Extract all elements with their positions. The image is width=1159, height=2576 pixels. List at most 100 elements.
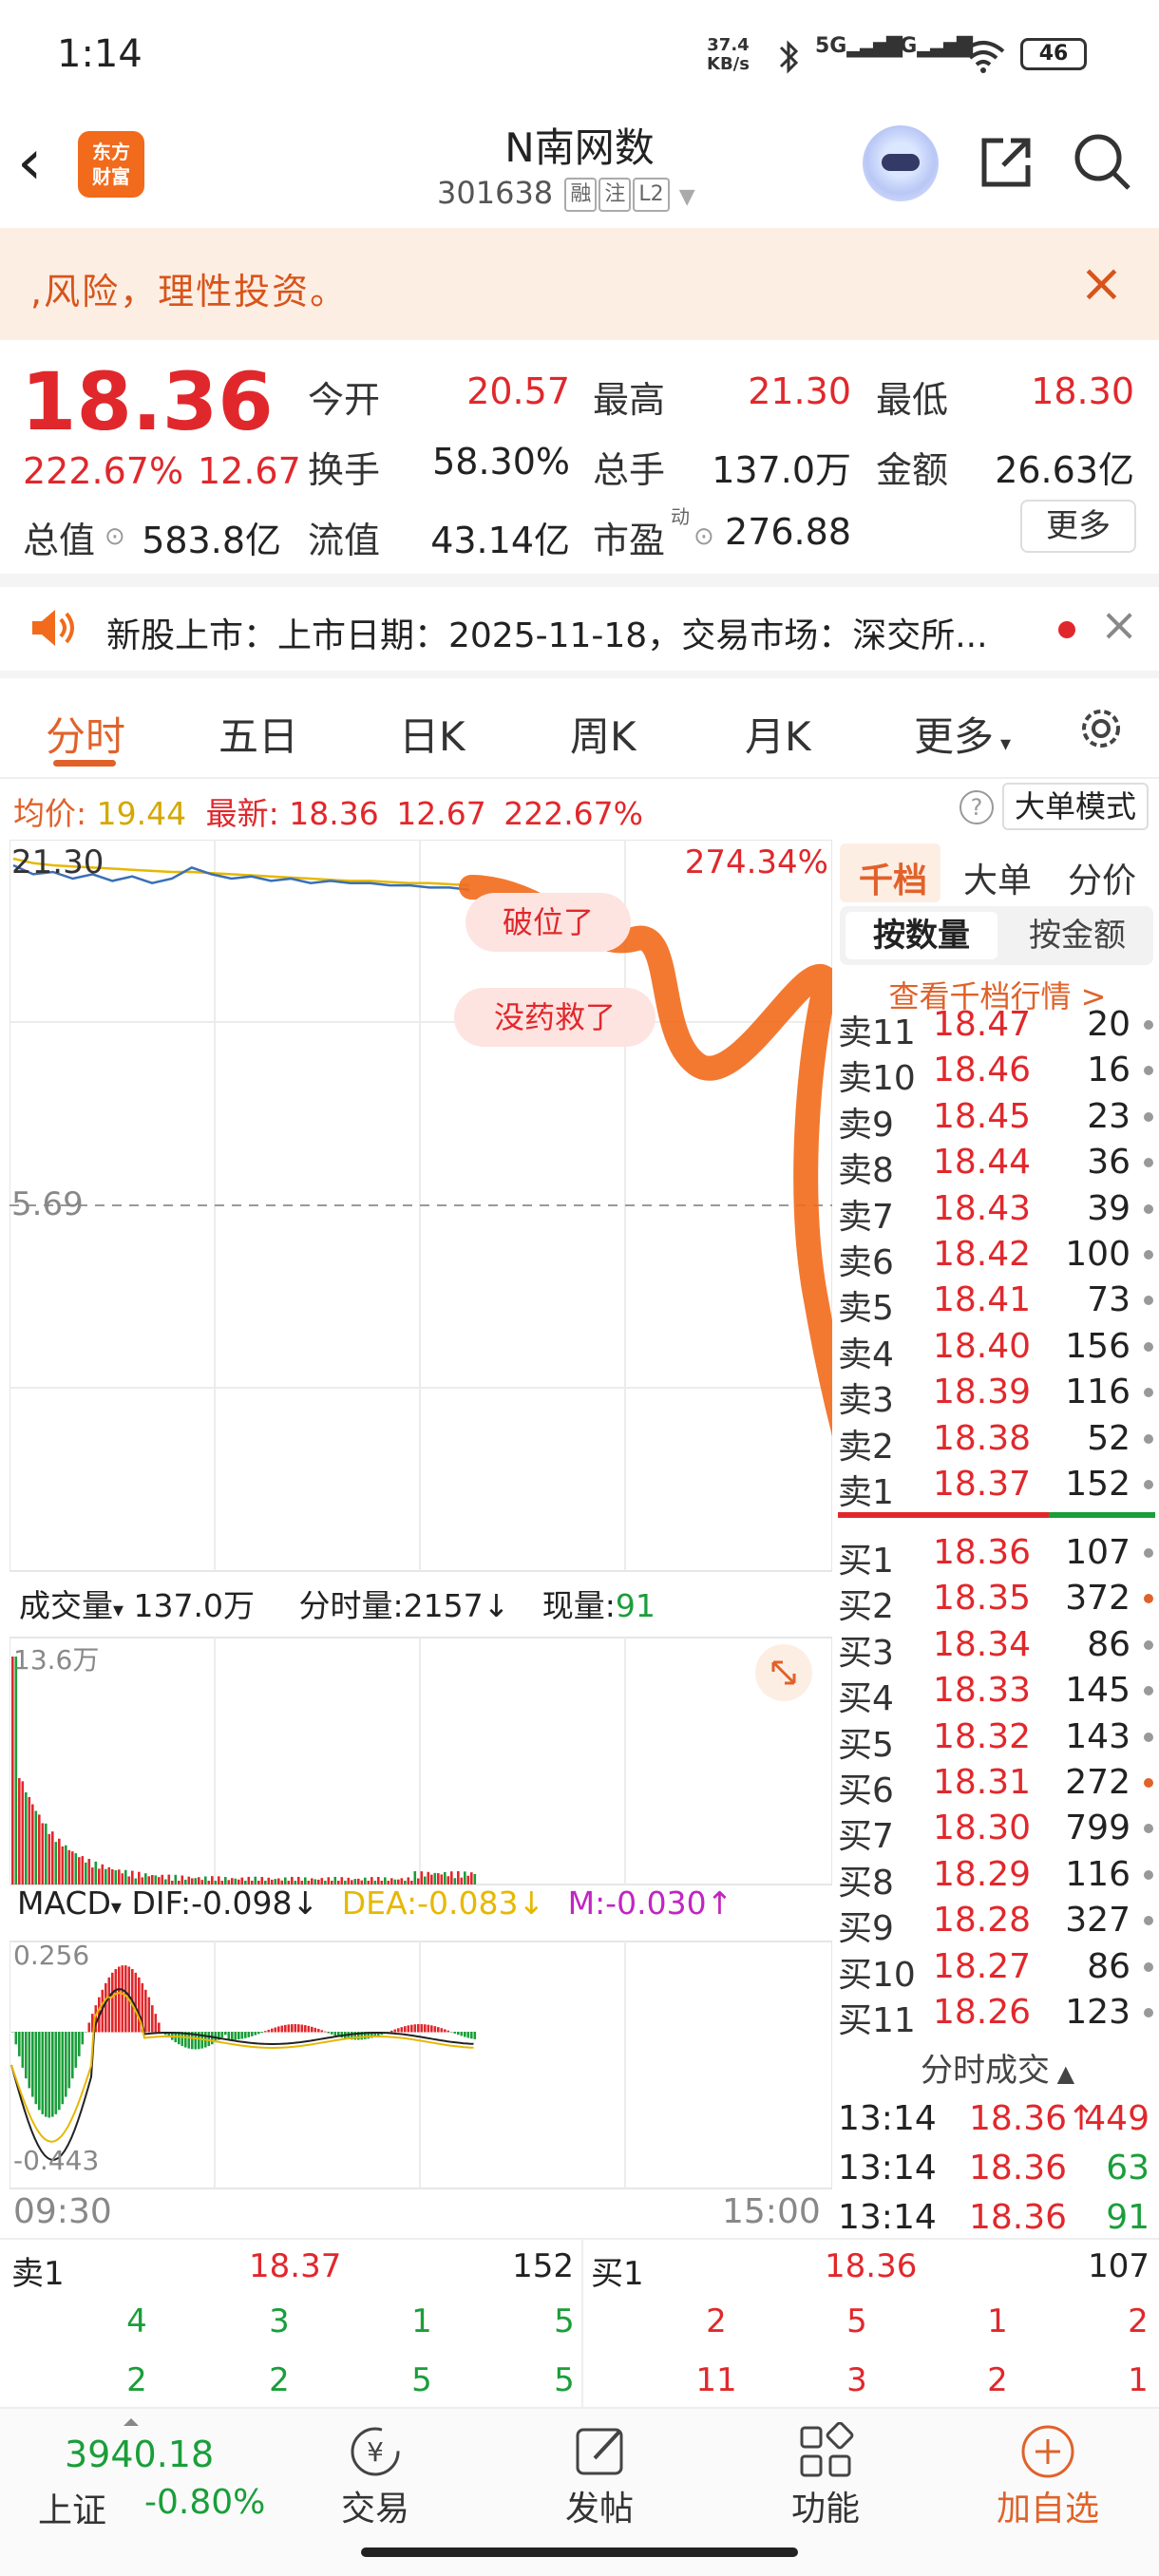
volume-title-row[interactable]: 成交量▾ 137.0万 分时量:2157↓ 现量:91 (19, 1581, 656, 1626)
bid-row[interactable]: 买10 18.27 86 (836, 1946, 1159, 1995)
notice-text[interactable]: 新股上市：上市日期：2025-11-18，交易市场：深交所... (106, 608, 988, 657)
ask-row[interactable]: 卖7 18.43 39 (836, 1189, 1159, 1237)
help-icon[interactable]: ? (960, 790, 994, 824)
index-value[interactable]: 3940.18 (65, 2434, 214, 2475)
ask-queue-count: 4 (126, 2302, 147, 2340)
collapse-arrow-icon[interactable] (124, 2418, 139, 2426)
notice-close-icon[interactable]: × (1100, 598, 1138, 652)
macd-bar (327, 2032, 331, 2034)
ask-row[interactable]: 卖2 18.38 52 (836, 1419, 1159, 1467)
close-icon[interactable]: × (1079, 253, 1124, 314)
add-watchlist-button[interactable]: 加自选 (977, 2481, 1119, 2530)
more-button[interactable]: 更多 (1020, 500, 1136, 553)
intraday-chart[interactable] (10, 840, 832, 2236)
macd-bar (264, 2031, 267, 2033)
macd-bar (107, 1977, 111, 2033)
bid-row[interactable]: 买6 18.31 272 (836, 1763, 1159, 1810)
ask-row[interactable]: 卖4 18.40 156 (836, 1327, 1159, 1374)
tab-daily-k[interactable]: 日K (399, 705, 466, 763)
by-amount-button[interactable]: 按金额 (1001, 912, 1153, 959)
post-button[interactable]: 发帖 (528, 2481, 671, 2530)
bid-volume: 86 (1087, 1946, 1130, 1986)
ask-row[interactable]: 卖1 18.37 152 (836, 1465, 1159, 1512)
macd-bar (87, 2022, 91, 2033)
volume-bar (167, 1874, 171, 1885)
ask-row[interactable]: 卖11 18.47 20 (836, 1005, 1159, 1052)
assistant-avatar[interactable] (863, 125, 939, 201)
logo-line-1: 东方 (92, 141, 130, 163)
net-speed-value: 37.4 (707, 35, 750, 55)
macd-bar (466, 2032, 470, 2038)
tab-depth[interactable]: 千档 (859, 853, 927, 902)
price-max-label: 21.30 (11, 843, 104, 881)
ask-volume: 152 (1065, 1465, 1130, 1504)
bid-row[interactable]: 买5 18.32 143 (836, 1717, 1159, 1765)
tab-five-day[interactable]: 五日 (218, 705, 298, 763)
bid-row[interactable]: 买2 18.35 372 (836, 1579, 1159, 1626)
bid-level: 买5 (838, 1725, 894, 1765)
trade-button[interactable]: 交易 (304, 2481, 446, 2530)
home-indicator[interactable] (361, 2548, 798, 2557)
info-dots-icon[interactable]: ⊙ (104, 522, 125, 551)
search-icon[interactable] (1072, 131, 1132, 192)
tab-weekly-k[interactable]: 周K (570, 705, 636, 763)
gear-icon[interactable] (1075, 703, 1127, 754)
tab-monthly-k[interactable]: 月K (745, 705, 811, 763)
ask-row[interactable]: 卖6 18.42 100 (836, 1235, 1159, 1282)
ask-volume: 73 (1087, 1280, 1130, 1320)
macd-bar (244, 2032, 247, 2038)
tag-registered: 注 (598, 178, 632, 212)
float-label: 流值 (308, 520, 381, 561)
bid-row[interactable]: 买3 18.34 86 (836, 1625, 1159, 1673)
bid-row[interactable]: 买4 18.33 145 (836, 1671, 1159, 1718)
bid-queue-count: 11 (695, 2361, 737, 2399)
high-label: 最高 (593, 379, 666, 421)
ask-row[interactable]: 卖3 18.39 116 (836, 1373, 1159, 1420)
macd-bar (207, 2032, 211, 2047)
macd-bar (331, 2032, 333, 2035)
bid-row[interactable]: 买9 18.28 327 (836, 1901, 1159, 1948)
ask-queue-count: 1 (411, 2302, 432, 2340)
ask-queue-count: 5 (554, 2302, 575, 2340)
tick-row[interactable]: 13:14 18.36 63 (836, 2149, 1159, 2198)
ask-dot (1144, 1388, 1153, 1398)
function-button[interactable]: 功能 (754, 2481, 897, 2530)
turnover-value: 58.30% (432, 441, 570, 483)
bid-volume: 799 (1065, 1809, 1130, 1848)
macd-title-row[interactable]: MACD▾ DIF:-0.098↓ DEA:-0.083↓ M:-0.030↑ (17, 1885, 732, 1922)
notice-dot (1058, 621, 1075, 638)
share-icon[interactable] (978, 133, 1036, 190)
ask-level: 卖1 (838, 1473, 894, 1512)
ticks-title[interactable]: 分时成交 ▲ (836, 2044, 1159, 2091)
bid-row[interactable]: 买7 18.30 799 (836, 1809, 1159, 1856)
ask-price: 18.42 (933, 1235, 1032, 1274)
ask-row[interactable]: 卖9 18.45 23 (836, 1097, 1159, 1145)
volume-bar (254, 1876, 257, 1885)
back-icon[interactable]: ‹ (17, 131, 42, 194)
tick-row[interactable]: 13:14 18.36↑ 449 (836, 2099, 1159, 2149)
stock-code-row[interactable]: 301638 融注 L2 ▼ (437, 175, 695, 212)
ask-row[interactable]: 卖10 18.46 16 (836, 1051, 1159, 1098)
ask-row[interactable]: 卖8 18.44 36 (836, 1143, 1159, 1190)
annotation-bubble-2: 没药救了 (454, 988, 656, 1047)
tab-price-dist[interactable]: 分价 (1068, 853, 1136, 902)
bid-level: 买9 (838, 1909, 894, 1949)
volume-bar (124, 1869, 127, 1885)
bid-price: 18.27 (933, 1946, 1032, 1986)
expand-icon[interactable] (754, 1643, 813, 1702)
index-change: -0.80% (144, 2483, 266, 2522)
bid-row[interactable]: 买1 18.36 107 (836, 1533, 1159, 1581)
ask-volume: 116 (1065, 1373, 1130, 1412)
volume-bar (231, 1878, 234, 1885)
ask-row[interactable]: 卖5 18.41 73 (836, 1280, 1159, 1328)
tab-big-order[interactable]: 大单 (963, 853, 1032, 902)
tab-intraday[interactable]: 分时 (46, 705, 125, 763)
bid-queue-count: 5 (846, 2302, 867, 2340)
bid-row[interactable]: 买11 18.26 123 (836, 1993, 1159, 2040)
tab-more[interactable]: 更多 ▾ (914, 705, 1011, 763)
bid-row[interactable]: 买8 18.29 116 (836, 1855, 1159, 1903)
by-quantity-button[interactable]: 按数量 (846, 912, 998, 959)
volume-bar (71, 1851, 74, 1885)
big-order-mode-button[interactable]: 大单模式 (1002, 783, 1149, 830)
volume-bar (154, 1875, 158, 1885)
